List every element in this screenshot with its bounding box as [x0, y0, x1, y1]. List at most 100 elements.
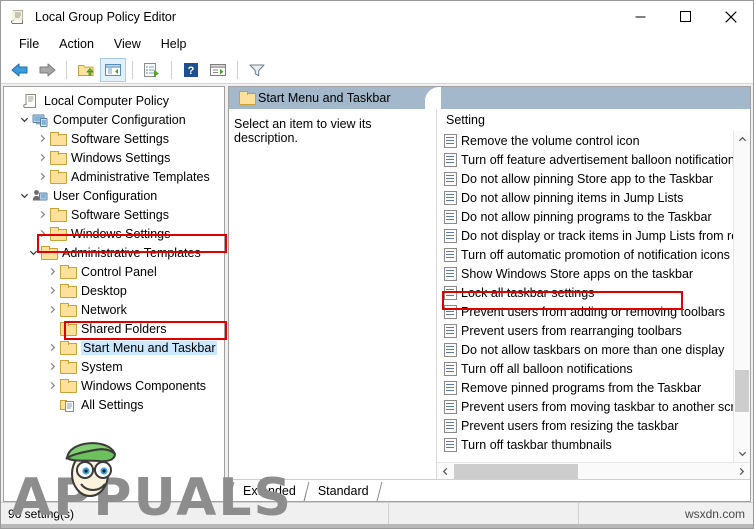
expand-toggle-collapsed[interactable] [35, 153, 50, 162]
list-item[interactable]: Remove pinned programs from the Taskbar [437, 378, 750, 397]
tree-node-network[interactable]: Network [4, 300, 224, 319]
header-curve-decoration [425, 87, 441, 109]
list-item[interactable]: Prevent users from adding or removing to… [437, 302, 750, 321]
tree-node-user-configuration[interactable]: User Configuration [4, 186, 224, 205]
policy-icon [23, 93, 39, 109]
filter-button[interactable] [244, 58, 270, 82]
folder-icon [50, 150, 67, 166]
scroll-left-button[interactable] [437, 467, 454, 476]
chevron-right-icon [40, 134, 46, 143]
help-button[interactable]: ? [178, 58, 204, 82]
tree-node-control-panel[interactable]: Control Panel [4, 262, 224, 281]
scroll-thumb[interactable] [735, 370, 749, 412]
policy-setting-icon [444, 437, 457, 452]
list-item[interactable]: Do not allow pinning items in Jump Lists [437, 188, 750, 207]
expand-toggle-collapsed[interactable] [35, 210, 50, 219]
expand-toggle-collapsed[interactable] [45, 381, 60, 390]
menu-view[interactable]: View [104, 35, 151, 54]
chevron-right-icon [50, 343, 56, 352]
scroll-track[interactable] [454, 463, 733, 480]
list-item[interactable]: Do not allow pinning programs to the Tas… [437, 207, 750, 226]
tree-node-label: Computer Configuration [53, 112, 186, 127]
expand-toggle-collapsed[interactable] [45, 343, 60, 352]
minimize-button[interactable] [618, 1, 663, 32]
status-cell-right: wsxdn.com [579, 507, 753, 521]
tree-node-desktop[interactable]: Desktop [4, 281, 224, 300]
expand-toggle-collapsed[interactable] [45, 362, 60, 371]
properties-button[interactable] [205, 58, 231, 82]
settings-column-header[interactable]: Setting [437, 109, 750, 131]
chevron-right-icon [739, 467, 745, 475]
status-divider [388, 503, 389, 524]
list-item[interactable]: Do not allow taskbars on more than one d… [437, 340, 750, 359]
close-button[interactable] [708, 1, 753, 32]
scroll-track[interactable] [734, 148, 750, 445]
list-item[interactable]: Remove the volume control icon [437, 131, 750, 150]
tab-label: Extended [243, 484, 296, 498]
tab-standard[interactable]: Standard [305, 481, 379, 501]
policy-setting-icon [444, 361, 457, 376]
menu-action[interactable]: Action [49, 35, 104, 54]
expand-toggle-collapsed[interactable] [35, 172, 50, 181]
tree-node-administrative-templates-computer[interactable]: Administrative Templates [4, 167, 224, 186]
tree-node-computer-configuration[interactable]: Computer Configuration [4, 110, 224, 129]
list-item-lock-all-taskbar-settings[interactable]: Lock all taskbar settings [437, 283, 750, 302]
tree-node-software-settings-user[interactable]: Software Settings [4, 205, 224, 224]
list-item[interactable]: Turn off automatic promotion of notifica… [437, 245, 750, 264]
back-button[interactable] [7, 58, 33, 82]
scroll-thumb[interactable] [454, 463, 578, 479]
maximize-button[interactable] [663, 1, 708, 32]
settings-list[interactable]: Remove the volume control icon Turn off … [437, 131, 750, 462]
tree-node-windows-components[interactable]: Windows Components [4, 376, 224, 395]
console-tree-pane[interactable]: Local Computer Policy Computer Configura… [3, 86, 225, 502]
list-item-label: Do not allow pinning Store app to the Ta… [461, 171, 714, 186]
settings-list-pane[interactable]: Setting Remove the volume control icon T… [436, 109, 750, 479]
list-item[interactable]: Prevent users from moving taskbar to ano… [437, 397, 750, 416]
chevron-right-icon [40, 153, 46, 162]
tree-node-windows-settings-user[interactable]: Windows Settings [4, 224, 224, 243]
tree-node-label: Administrative Templates [62, 245, 201, 260]
list-item[interactable]: Do not allow pinning Store app to the Ta… [437, 169, 750, 188]
list-item-label: Do not allow pinning items in Jump Lists [461, 190, 684, 205]
expand-toggle-collapsed[interactable] [35, 134, 50, 143]
export-list-button[interactable] [139, 58, 165, 82]
list-item[interactable]: Turn off all balloon notifications [437, 359, 750, 378]
expand-toggle-expanded[interactable] [26, 248, 41, 257]
tab-extended[interactable]: Extended [231, 481, 306, 501]
toolbar-separator [66, 60, 67, 79]
tree-node-start-menu-and-taskbar[interactable]: Start Menu and Taskbar [4, 338, 224, 357]
tree-node-shared-folders[interactable]: Shared Folders [4, 319, 224, 338]
menu-help[interactable]: Help [151, 35, 197, 54]
chevron-right-icon [50, 305, 56, 314]
chevron-down-icon [20, 117, 29, 123]
tree-node-windows-settings-computer[interactable]: Windows Settings [4, 148, 224, 167]
forward-button[interactable] [34, 58, 60, 82]
expand-toggle-collapsed[interactable] [45, 305, 60, 314]
scroll-right-button[interactable] [733, 467, 750, 476]
list-item[interactable]: Turn off feature advertisement balloon n… [437, 150, 750, 169]
expand-toggle-collapsed[interactable] [35, 229, 50, 238]
up-one-level-button[interactable] [73, 58, 99, 82]
user-icon [32, 188, 48, 204]
list-item[interactable]: Prevent users from rearranging toolbars [437, 321, 750, 340]
tree-node-local-computer-policy[interactable]: Local Computer Policy [4, 91, 224, 110]
list-item[interactable]: Show Windows Store apps on the taskbar [437, 264, 750, 283]
menu-file[interactable]: File [9, 35, 49, 54]
list-item[interactable]: Do not display or track items in Jump Li… [437, 226, 750, 245]
tree-node-label: User Configuration [53, 188, 158, 203]
tree-node-system[interactable]: System [4, 357, 224, 376]
settings-vertical-scrollbar[interactable] [733, 131, 750, 462]
expand-toggle-expanded[interactable] [17, 191, 32, 200]
tree-node-administrative-templates-user[interactable]: Administrative Templates [4, 243, 224, 262]
expand-toggle-collapsed[interactable] [45, 267, 60, 276]
scroll-down-button[interactable] [734, 445, 750, 462]
settings-horizontal-scrollbar[interactable] [437, 462, 750, 479]
tree-node-software-settings-computer[interactable]: Software Settings [4, 129, 224, 148]
expand-toggle-collapsed[interactable] [45, 286, 60, 295]
expand-toggle-expanded[interactable] [17, 115, 32, 124]
list-item[interactable]: Turn off taskbar thumbnails [437, 435, 750, 454]
show-hide-console-tree-button[interactable] [100, 57, 126, 82]
list-item[interactable]: Prevent users from resizing the taskbar [437, 416, 750, 435]
scroll-up-button[interactable] [734, 131, 750, 148]
tree-node-all-settings[interactable]: All Settings [4, 395, 224, 414]
